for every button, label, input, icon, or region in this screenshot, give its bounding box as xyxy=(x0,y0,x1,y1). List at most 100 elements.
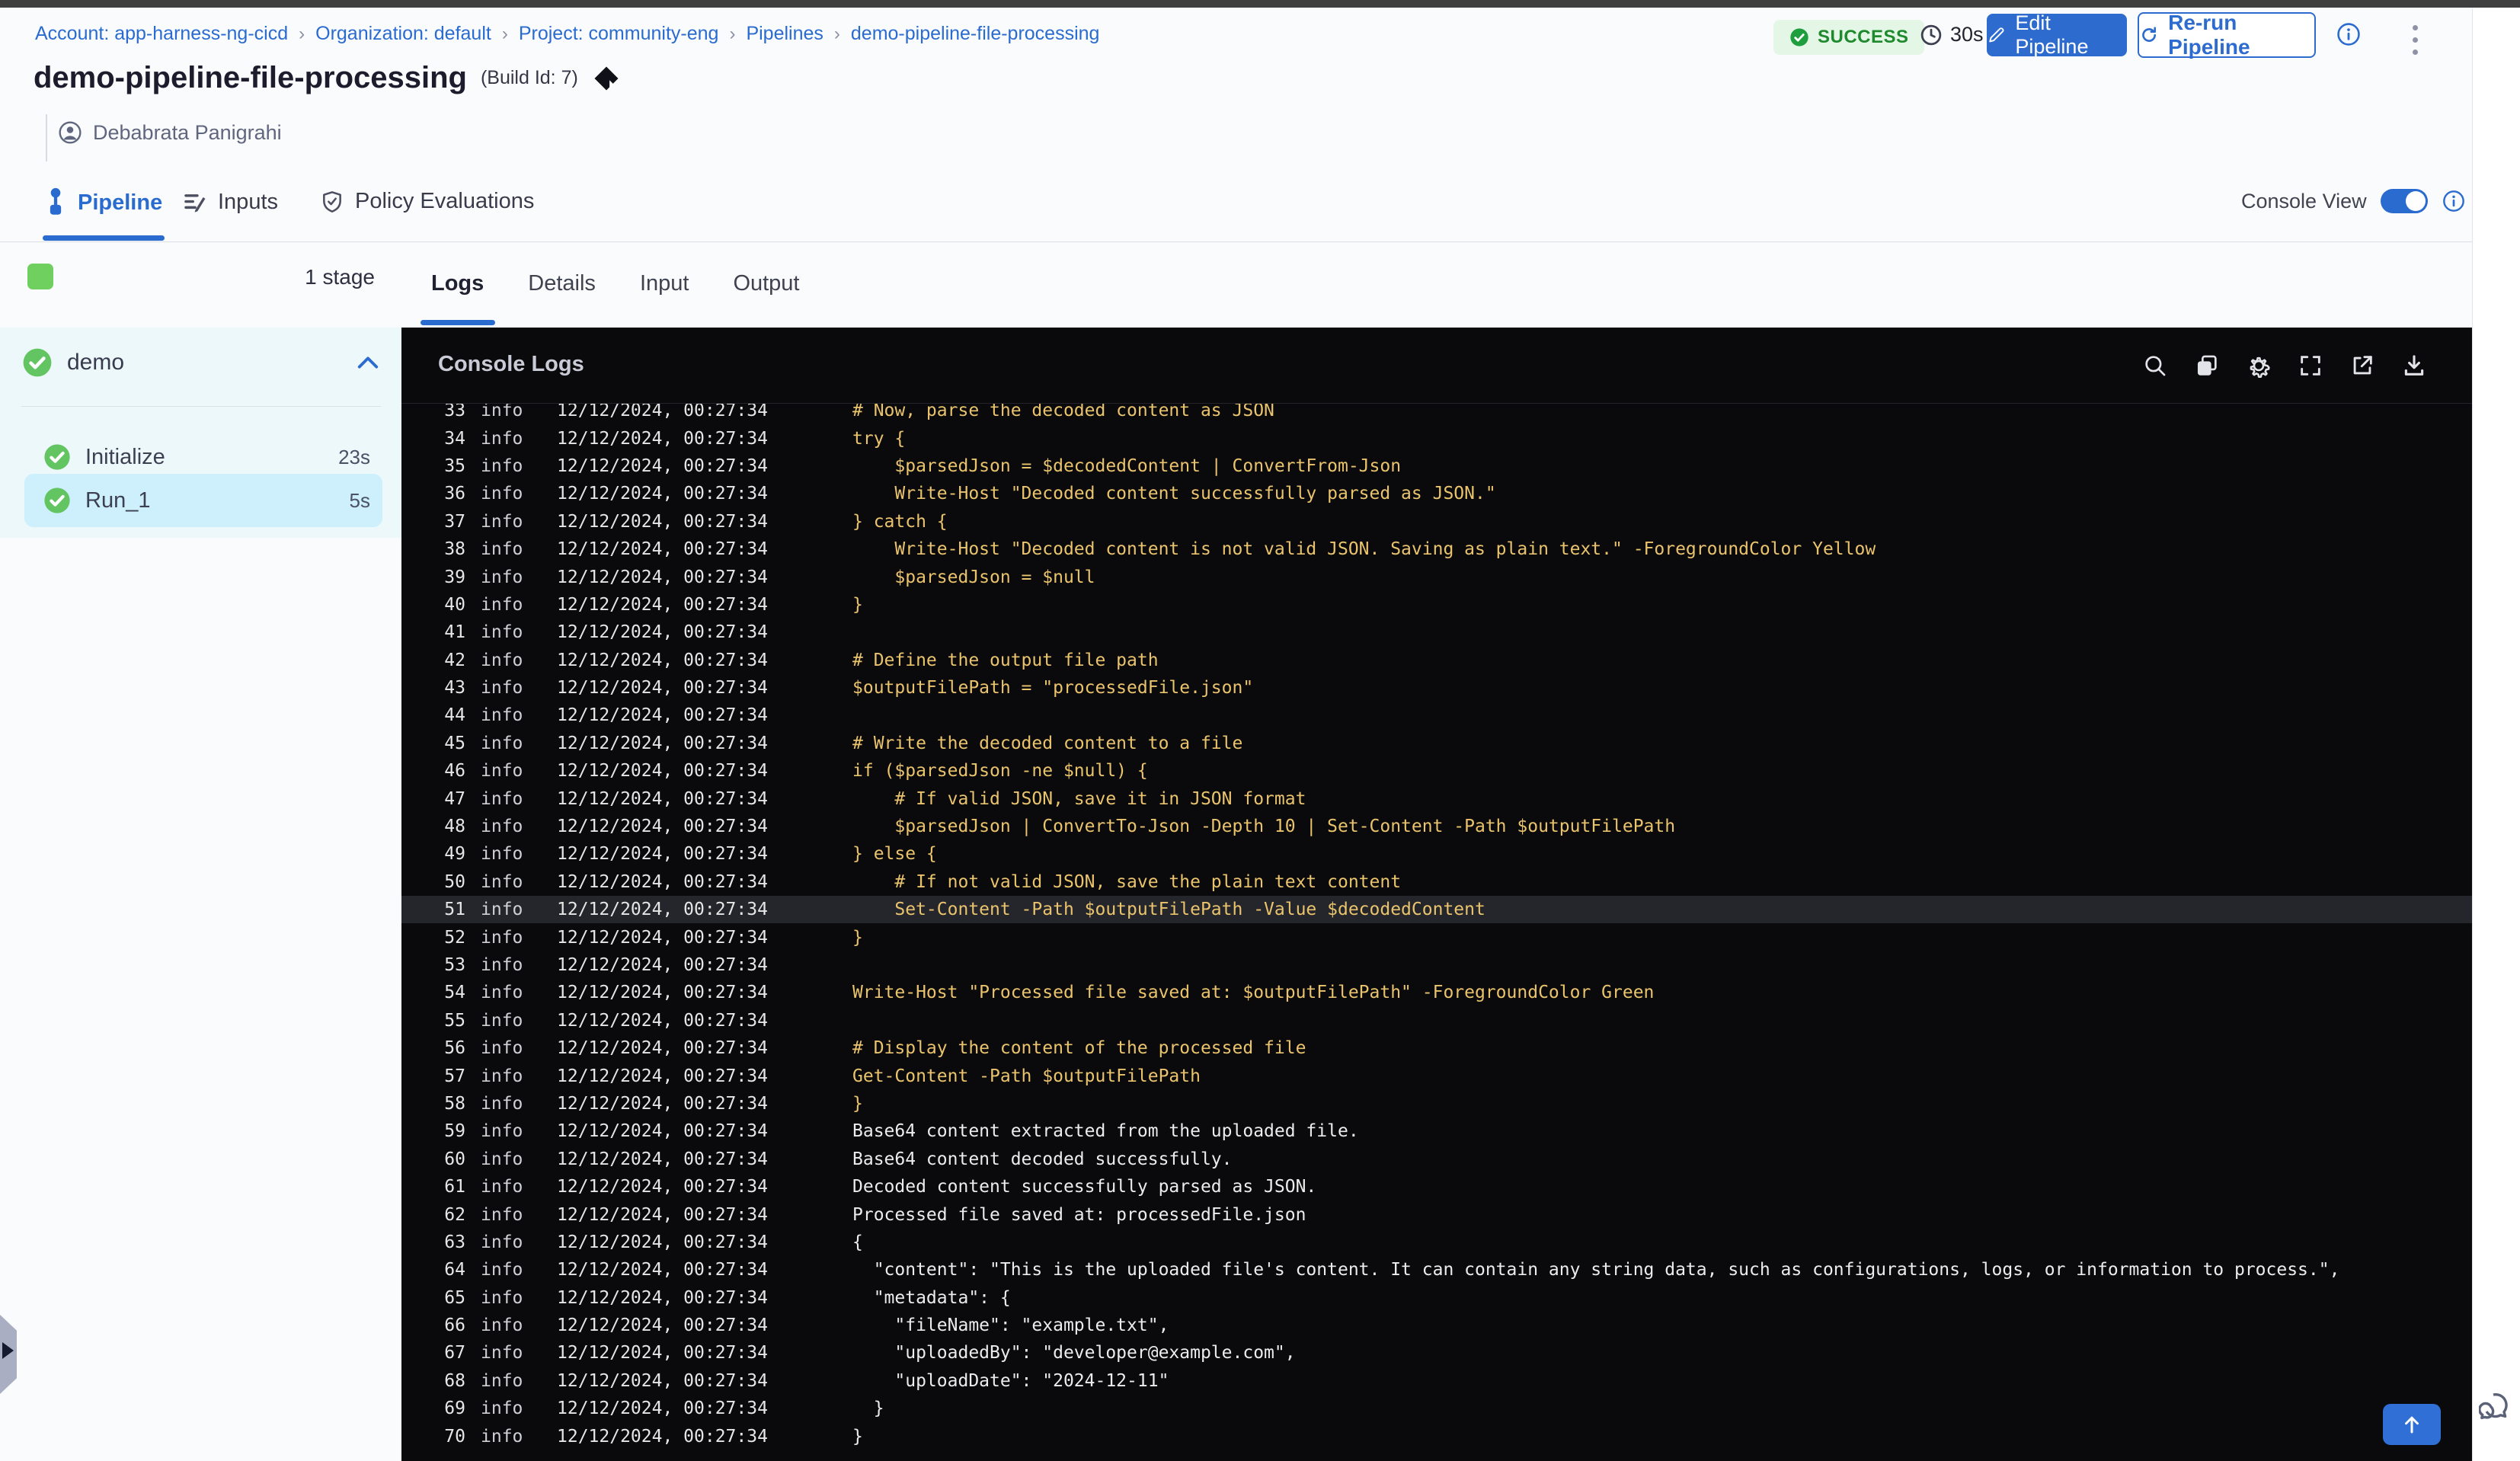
log-level: info xyxy=(481,404,523,421)
fullscreen-icon[interactable] xyxy=(2297,352,2324,379)
log-line: 49 info 12/12/2024, 00:27:34} else { xyxy=(401,840,2472,868)
log-level: info xyxy=(481,1260,523,1280)
search-icon[interactable] xyxy=(2141,352,2169,379)
log-message: Write-Host "Processed file saved at: $ou… xyxy=(852,983,1655,1003)
breadcrumb: Account: app-harness-ng-cicd › Organizatio… xyxy=(35,23,1099,45)
log-line-number: 56 xyxy=(444,1038,465,1059)
user-name: Debabrata Panigrahi xyxy=(93,120,282,144)
log-line-number: 39 xyxy=(444,567,465,587)
chevron-up-icon[interactable] xyxy=(357,355,379,370)
right-side-rail xyxy=(2472,8,2520,1461)
log-line-number: 60 xyxy=(444,1149,465,1169)
console-panel: Console Logs 33 info 12/12/2024, 00:27:34 #… xyxy=(401,328,2472,1461)
duration-label: 30s xyxy=(1950,23,1984,46)
tab-pipeline[interactable]: Pipeline xyxy=(44,187,162,218)
step-item-run_1[interactable]: Run_1 5s xyxy=(24,474,382,527)
stage-status-square xyxy=(27,264,53,289)
log-message: { xyxy=(852,1232,863,1252)
breadcrumb-separator: › xyxy=(501,23,508,44)
arrow-up-icon xyxy=(2405,1416,2419,1434)
log-scroll-area[interactable]: 33 info 12/12/2024, 00:27:34 # Now, parse t… xyxy=(401,404,2472,1461)
log-timestamp: 12/12/2024, 00:27:34 xyxy=(557,1177,768,1197)
log-timestamp: 12/12/2024, 00:27:34 xyxy=(557,1316,768,1336)
log-line: 68 info 12/12/2024, 00:27:34 "uploadDate":… xyxy=(401,1367,2472,1395)
log-line: 39 info 12/12/2024, 00:27:34 $parsedJson =… xyxy=(401,563,2472,590)
check-circle-icon xyxy=(44,488,70,513)
log-level: info xyxy=(481,1010,523,1031)
log-timestamp: 12/12/2024, 00:27:34 xyxy=(557,1343,768,1363)
log-timestamp: 12/12/2024, 00:27:34 xyxy=(557,1370,768,1391)
tab-inputs[interactable]: Inputs xyxy=(181,189,278,215)
duration: 30s xyxy=(1920,23,1984,46)
page-title: demo-pipeline-file-processing xyxy=(34,61,467,94)
execution-info-icon[interactable] xyxy=(2336,21,2362,51)
log-level: info xyxy=(481,1038,523,1059)
log-level: info xyxy=(481,1316,523,1336)
console-tab-input[interactable]: Input xyxy=(640,271,689,296)
log-line-number: 67 xyxy=(444,1343,465,1363)
console-view-info-icon[interactable] xyxy=(2442,189,2466,213)
breadcrumb-item[interactable]: Pipelines xyxy=(746,23,823,45)
settings-icon[interactable] xyxy=(2245,352,2272,379)
open-in-new-icon[interactable] xyxy=(2349,352,2376,379)
log-level: info xyxy=(481,1370,523,1391)
log-timestamp: 12/12/2024, 00:27:34 xyxy=(557,871,768,892)
log-message: } catch { xyxy=(852,511,948,532)
log-timestamp: 12/12/2024, 00:27:34 xyxy=(557,484,768,504)
pipeline-icon xyxy=(50,187,62,215)
log-level: info xyxy=(481,456,523,476)
log-timestamp: 12/12/2024, 00:27:34 xyxy=(557,1038,768,1059)
log-message: $outputFilePath = "processedFile.json" xyxy=(852,678,1254,699)
log-line-number: 57 xyxy=(444,1066,465,1086)
log-line-number: 50 xyxy=(444,871,465,892)
log-line-number: 66 xyxy=(444,1316,465,1336)
tab-policy-evaluations[interactable]: Policy Evaluations xyxy=(320,189,534,214)
tab-pipeline-label: Pipeline xyxy=(78,190,163,215)
log-line-number: 33 xyxy=(444,404,465,421)
log-message: "uploadedBy": "developer@example.com", xyxy=(852,1343,1296,1363)
more-options-icon[interactable] xyxy=(2400,17,2430,62)
log-line: 36 info 12/12/2024, 00:27:34 Write-Host "D… xyxy=(401,480,2472,507)
log-line: 48 info 12/12/2024, 00:27:34 $parsedJson |… xyxy=(401,813,2472,840)
log-timestamp: 12/12/2024, 00:27:34 xyxy=(557,927,768,948)
log-message: } xyxy=(852,927,863,948)
active-tab-indicator xyxy=(43,235,165,241)
breadcrumb-item[interactable]: demo-pipeline-file-processing xyxy=(851,23,1100,45)
stage-count: 1 stage xyxy=(305,265,375,289)
toggle-knob xyxy=(2405,191,2426,211)
user-avatar-icon xyxy=(59,121,82,144)
browser-top-strip xyxy=(0,0,2520,8)
log-message: } xyxy=(852,1399,884,1419)
scroll-to-top-button[interactable] xyxy=(2383,1404,2441,1445)
log-level: info xyxy=(481,1121,523,1142)
log-line: 40 info 12/12/2024, 00:27:34} xyxy=(401,591,2472,619)
breadcrumb-item[interactable]: Project: community-eng xyxy=(519,23,719,45)
console-view-label: Console View xyxy=(2241,189,2367,213)
log-message: # Write the decoded content to a file xyxy=(852,733,1243,753)
log-level: info xyxy=(481,539,523,560)
tab-inputs-label: Inputs xyxy=(218,189,278,214)
breadcrumb-item[interactable]: Organization: default xyxy=(315,23,491,45)
log-line: 46 info 12/12/2024, 00:27:34 if ($parsedJso… xyxy=(401,757,2472,785)
log-level: info xyxy=(481,733,523,753)
log-timestamp: 12/12/2024, 00:27:34 xyxy=(557,1010,768,1031)
help-chat-icon[interactable] xyxy=(2478,1388,2515,1428)
log-line-number: 51 xyxy=(444,900,465,920)
log-timestamp: 12/12/2024, 00:27:34 xyxy=(557,511,768,532)
console-tab-output[interactable]: Output xyxy=(733,271,799,296)
check-circle-icon xyxy=(23,348,52,377)
log-line: 54 info 12/12/2024, 00:27:34 Write-Host "Pr… xyxy=(401,979,2472,1006)
breadcrumb-item[interactable]: Account: app-harness-ng-cicd xyxy=(35,23,288,45)
log-line-number: 54 xyxy=(444,983,465,1003)
download-icon[interactable] xyxy=(2400,352,2428,379)
copy-icon[interactable] xyxy=(2193,352,2221,379)
console-tab-logs[interactable]: Logs xyxy=(431,271,484,296)
log-level: info xyxy=(481,817,523,837)
stage-item-demo[interactable]: demo xyxy=(21,343,379,382)
rerun-pipeline-button[interactable]: Re-run Pipeline xyxy=(2138,11,2316,59)
edit-pipeline-button[interactable]: Edit Pipeline xyxy=(1987,11,2127,58)
log-message: Decoded content successfully parsed as J… xyxy=(852,1177,1317,1197)
console-view-toggle[interactable] xyxy=(2380,189,2428,213)
log-timestamp: 12/12/2024, 00:27:34 xyxy=(557,678,768,699)
console-tab-details[interactable]: Details xyxy=(528,271,596,296)
